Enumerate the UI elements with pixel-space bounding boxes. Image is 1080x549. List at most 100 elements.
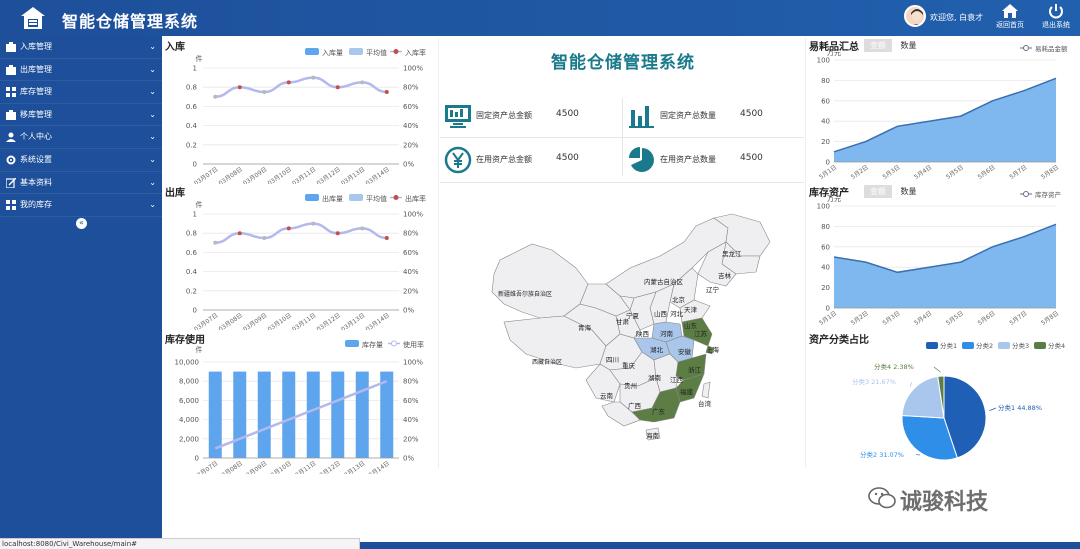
home-button[interactable]: 返回首页: [990, 3, 1030, 33]
avatar[interactable]: [904, 5, 926, 27]
data-point: [237, 231, 242, 236]
inventory-usage-chart: 库存量 使用率件 0 0% 2,000 20% 4,000 40% 6,000 60% 8,000 8…: [175, 340, 424, 474]
x-tick-label: 5月6日: [977, 164, 997, 180]
app-title: 智能仓储管理系统: [62, 12, 199, 31]
pie-label-line: [933, 366, 941, 373]
y2-tick-label: 40%: [403, 416, 419, 424]
sidebar-item-inbound[interactable]: 入库管理 ⌄: [0, 36, 162, 59]
map-region-label: 浙江: [688, 365, 702, 374]
map-region-label: 河南: [660, 329, 674, 338]
chevron-down-icon: ⌄: [149, 132, 156, 142]
y-tick-label: 80: [821, 223, 830, 231]
top-header: 智能仓储管理系统 欢迎您, 白袁才 返回首页 退出系统: [0, 0, 1080, 36]
map-region-label: 海南: [646, 431, 660, 440]
x-tick-label: 03月09日: [242, 312, 268, 330]
inventory-icon: [6, 87, 16, 98]
divider: [438, 38, 439, 468]
y-tick-label: 0.6: [186, 249, 198, 257]
bar: [208, 371, 222, 458]
sidebar-item-inventory[interactable]: 库存管理 ⌄: [0, 81, 162, 104]
logout-button[interactable]: 退出系统: [1036, 3, 1076, 33]
map-region-label: 湖南: [648, 373, 662, 382]
monitor-icon: [445, 105, 471, 128]
y2-tick-label: 60%: [403, 103, 419, 111]
sidebar-item-label: 出库管理: [20, 64, 52, 74]
map-region-label: 宁夏: [626, 311, 640, 320]
stat-fixed-amount: 固定资产总金额 4500: [444, 96, 614, 136]
data-point: [213, 240, 218, 245]
x-tick-label: 5月7日: [1008, 164, 1028, 180]
legend-swatch: [998, 342, 1010, 349]
map-region-label: 山西: [654, 309, 668, 318]
sidebar-item-my-storage[interactable]: 我的库存 ⌄: [0, 194, 162, 217]
data-point: [311, 75, 316, 80]
avatar-icon: [911, 9, 923, 25]
y-tick-label: 1: [193, 211, 197, 219]
map-region-label: 青海: [578, 323, 592, 332]
pie-slice: [901, 375, 945, 419]
y2-tick-label: 0%: [403, 455, 414, 463]
bar: [355, 371, 369, 458]
y2-tick-label: 20%: [403, 141, 419, 149]
y-tick-label: 20: [821, 138, 830, 146]
sidebar-item-settings[interactable]: 系统设置 ⌄: [0, 149, 162, 172]
legend-swatch: [393, 195, 399, 200]
sidebar-collapse-button[interactable]: «: [76, 218, 87, 229]
bottom-bar: [360, 542, 1080, 549]
y2-tick-label: 0%: [403, 307, 414, 315]
sidebar-item-outbound[interactable]: 出库管理 ⌄: [0, 59, 162, 82]
y-tick-label: 0.2: [186, 287, 197, 295]
x-tick-label: 03月14日: [365, 460, 391, 474]
legend-swatch: [1034, 342, 1046, 349]
sidebar-item-basic-info[interactable]: 基本资料 ⌄: [0, 172, 162, 195]
data-point: [286, 226, 291, 231]
x-tick-label: 03月08日: [218, 166, 244, 184]
chevron-down-icon: ⌄: [149, 177, 156, 187]
y-tick-label: 100: [817, 203, 830, 211]
x-tick-label: 03月13日: [340, 166, 366, 184]
y-tick-label: 0.4: [186, 268, 198, 276]
map-region[interactable]: [491, 243, 589, 319]
sidebar: 入库管理 ⌄ 出库管理 ⌄ 库存管理 ⌄ 移库管理 ⌄ 个人中心 ⌄ 系统设置 …: [0, 36, 162, 542]
stat-label: 固定资产总数量: [660, 111, 716, 120]
sidebar-item-profile[interactable]: 个人中心 ⌄: [0, 126, 162, 149]
y-tick-label: 0: [193, 307, 197, 315]
legend-label: 入库率: [405, 48, 426, 57]
chevron-down-icon: ⌄: [149, 200, 156, 210]
map-region[interactable]: [701, 381, 711, 399]
chevron-down-icon: ⌄: [149, 154, 156, 164]
x-tick-label: 5月8日: [1040, 164, 1060, 180]
data-point: [360, 80, 365, 85]
sidebar-item-label: 移库管理: [20, 109, 52, 119]
x-tick-label: 03月11日: [291, 166, 317, 184]
watermark-text: 诚骏科技: [900, 490, 989, 515]
sidebar-item-transfer[interactable]: 移库管理 ⌄: [0, 104, 162, 127]
stat-label: 在用资产总金额: [476, 155, 532, 164]
map-region-label: 上海: [706, 345, 720, 354]
y-tick-label: 100: [817, 57, 830, 65]
y2-tick-label: 40%: [403, 268, 419, 276]
y-axis-unit: 件: [196, 200, 203, 209]
bar: [331, 371, 345, 458]
y-tick-label: 0: [195, 455, 199, 463]
chevron-down-icon: ⌄: [149, 87, 156, 97]
chart-legend: 出库量 平均值 出库率: [305, 194, 426, 203]
sidebar-item-label: 我的库存: [20, 200, 52, 210]
dashboard-title: 智能仓储管理系统: [551, 53, 695, 73]
map-region-label: 天津: [684, 306, 698, 314]
chevron-down-icon: ⌄: [149, 64, 156, 74]
user-icon: [6, 132, 16, 143]
legend-label: 易耗品金额: [1035, 44, 1068, 53]
legend-swatch: [1023, 45, 1029, 51]
sidebar-item-label: 库存管理: [20, 87, 52, 97]
chart-legend: 入库量 平均值 入库率: [305, 48, 426, 57]
y-tick-label: 0: [826, 159, 830, 167]
y-tick-label: 10,000: [175, 359, 200, 367]
status-url: localhost:8080/Civi_Warehouse/main#: [0, 538, 360, 549]
stat-inuse-count: 在用资产总数量 4500: [628, 140, 798, 180]
x-tick-label: 03月11日: [291, 460, 317, 474]
x-tick-label: 03月08日: [218, 312, 244, 330]
y-tick-label: 6,000: [179, 397, 199, 405]
map-region-label: 广东: [652, 407, 666, 416]
legend-label: 出库率: [405, 194, 426, 203]
